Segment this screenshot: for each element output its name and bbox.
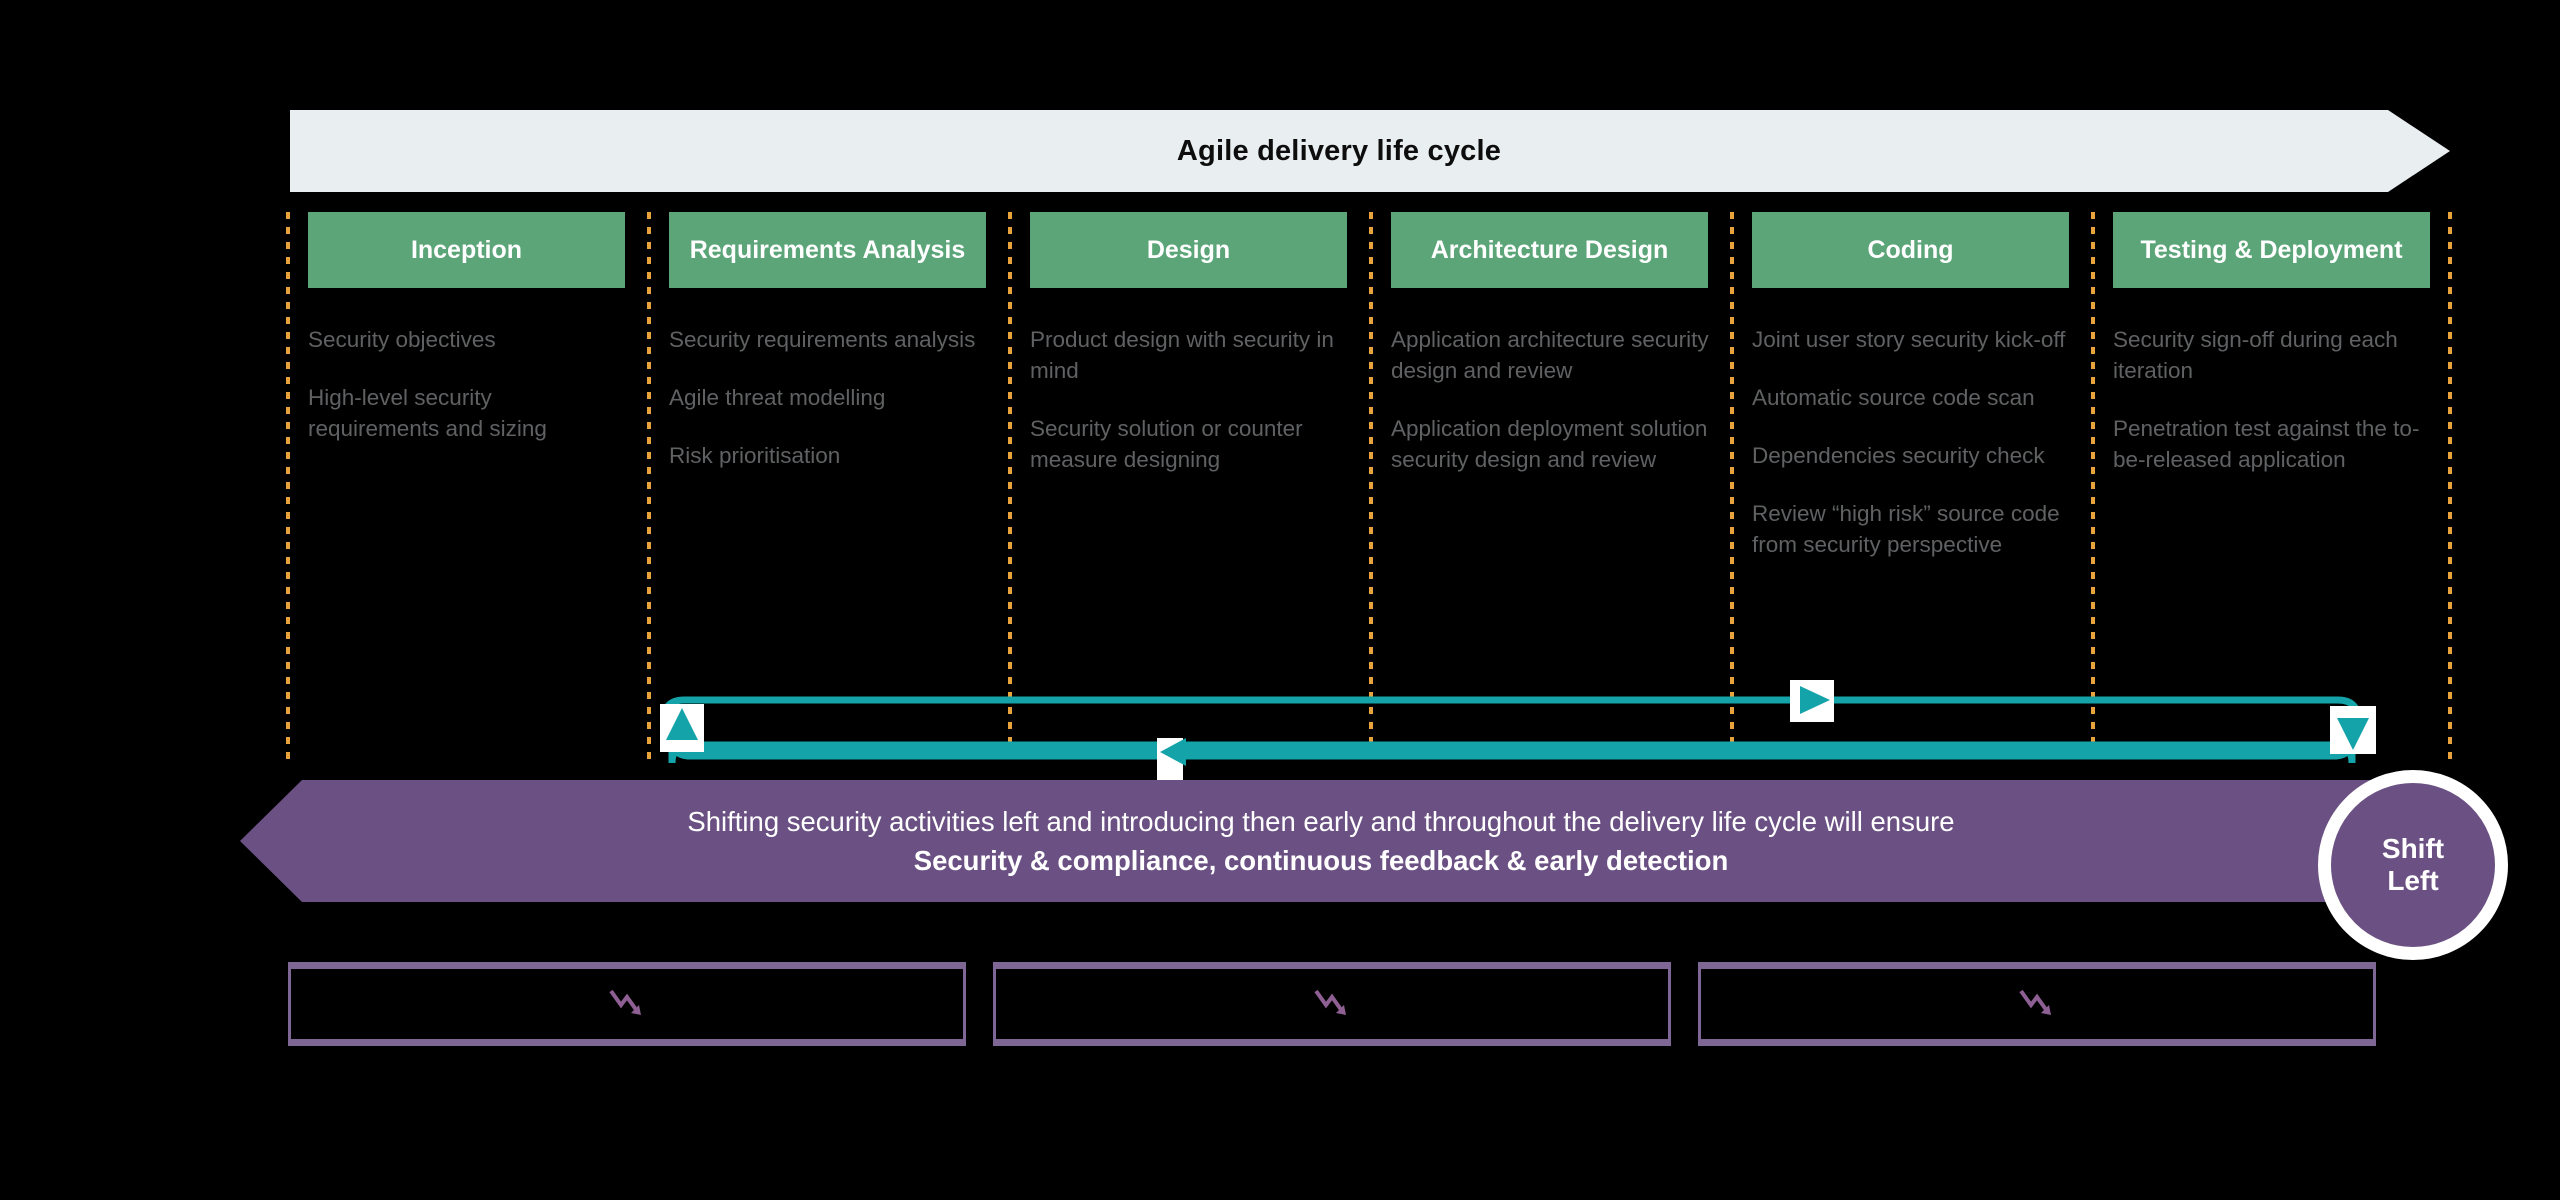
- list-item: Security requirements analysis: [669, 327, 976, 352]
- bottom-box-row: [288, 962, 2376, 1046]
- list-item: Automatic source code scan: [1752, 385, 2035, 411]
- list-item: Review “high risk” source code from secu…: [1752, 501, 2060, 558]
- phase-header-inception: Inception: [308, 212, 625, 288]
- list-item: Security sign-off during each iteration: [2113, 327, 2398, 384]
- phase-header-design: Design: [1030, 212, 1347, 288]
- page-title: Agile delivery life cycle: [1176, 134, 1502, 167]
- phase-column-inception: Inception Security objectives High-level…: [286, 212, 647, 762]
- list-item: Dependencies security check: [1752, 443, 2045, 469]
- phase-items-architecture-design: Application architecture security design…: [1391, 324, 1720, 502]
- phase-header-requirements-analysis: Requirements Analysis: [669, 212, 986, 288]
- phase-header-testing-deployment: Testing & Deployment: [2113, 212, 2430, 288]
- shift-left-badge-line-2: Left: [2387, 865, 2439, 896]
- phase-column-architecture-design: Architecture Design Application architec…: [1369, 212, 1730, 762]
- phase-column-testing-deployment: Testing & Deployment Security sign-off d…: [2091, 212, 2452, 762]
- shift-left-statement-banner: Shifting security activities left and in…: [240, 780, 2450, 902]
- list-item: Security solution or counter measure des…: [1030, 416, 1303, 473]
- list-item: Application architecture security design…: [1391, 327, 1709, 384]
- phase-column-requirements-analysis: Requirements Analysis Security requireme…: [647, 212, 1008, 762]
- shift-left-badge: Shift Left: [2318, 770, 2508, 960]
- trend-down-icon: [609, 989, 641, 1015]
- list-item: Application deployment solution security…: [1391, 416, 1708, 473]
- list-item: Agile threat modelling: [669, 385, 886, 411]
- phase-items-design: Product design with security in mind Sec…: [1030, 324, 1359, 502]
- list-item: Joint user story security kick-off: [1752, 327, 2066, 352]
- phase-column-coding: Coding Joint user story security kick-of…: [1730, 212, 2091, 762]
- bottom-box-2: [993, 962, 1671, 1046]
- list-item: Penetration test against the to-be-relea…: [2113, 416, 2420, 473]
- phase-items-requirements-analysis: Security requirements analysis Agile thr…: [669, 324, 998, 498]
- phase-column-design: Design Product design with security in m…: [1008, 212, 1369, 762]
- list-item: Security objectives: [308, 327, 496, 352]
- phase-items-inception: Security objectives High-level security …: [308, 324, 637, 471]
- list-item: High-level security requirements and siz…: [308, 385, 547, 442]
- phase-header-architecture-design: Architecture Design: [1391, 212, 1708, 288]
- phase-items-testing-deployment: Security sign-off during each iteration …: [2113, 324, 2442, 502]
- phase-columns: Inception Security objectives High-level…: [286, 212, 2452, 762]
- trend-down-icon: [2019, 989, 2051, 1015]
- phase-header-coding: Coding: [1752, 212, 2069, 288]
- list-item: Product design with security in mind: [1030, 327, 1334, 384]
- diagram-canvas: Agile delivery life cycle Inception Secu…: [0, 0, 2560, 1200]
- phase-items-coding: Joint user story security kick-off Autom…: [1752, 324, 2081, 587]
- statement-line-1: Shifting security activities left and in…: [687, 806, 1955, 837]
- statement-line-2: Security & compliance, continuous feedba…: [913, 845, 1729, 876]
- trend-down-icon: [1314, 989, 1346, 1015]
- bottom-box-3: [1698, 962, 2376, 1046]
- agile-lifecycle-banner: Agile delivery life cycle: [290, 110, 2450, 192]
- shift-left-badge-line-1: Shift: [2381, 833, 2445, 865]
- bottom-box-1: [288, 962, 966, 1046]
- list-item: Risk prioritisation: [669, 443, 841, 469]
